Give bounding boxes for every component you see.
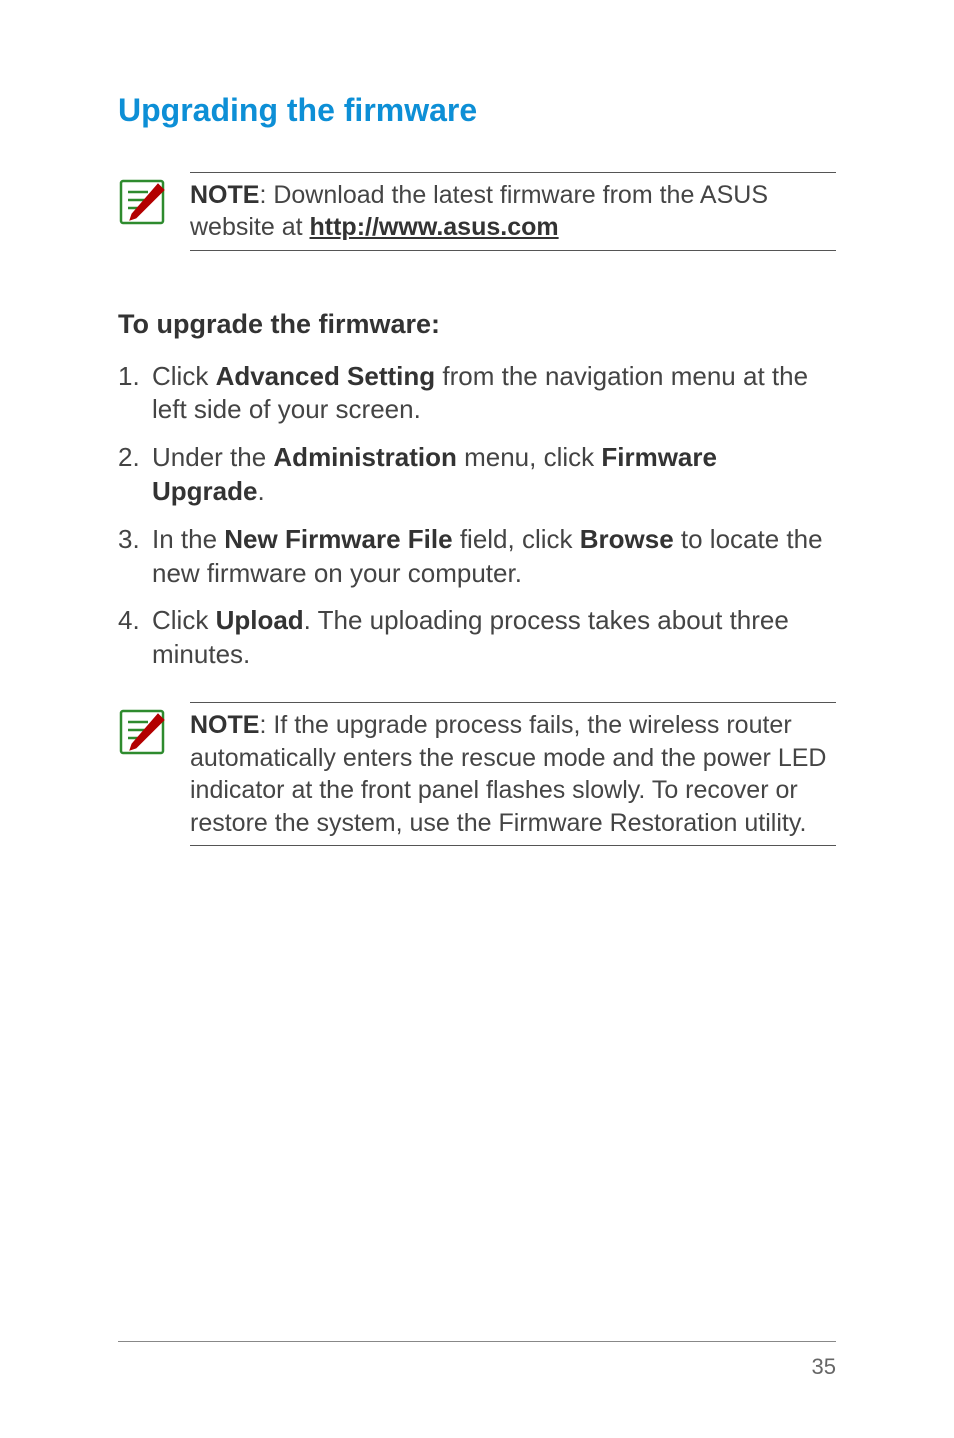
page-pencil-icon bbox=[118, 178, 166, 226]
ui-term: Upload bbox=[216, 605, 304, 635]
step-text: Click bbox=[152, 361, 216, 391]
note-body: NOTE: Download the latest firmware from … bbox=[190, 172, 836, 251]
note-label: NOTE bbox=[190, 711, 259, 739]
page-pencil-icon bbox=[118, 708, 166, 756]
note-rescue: NOTE: If the upgrade process fails, the … bbox=[118, 702, 836, 846]
footer-rule bbox=[118, 1341, 836, 1342]
step-4: Click Upload. The uploading process take… bbox=[118, 604, 836, 672]
procedure-heading: To upgrade the firmware: bbox=[118, 307, 836, 342]
step-text: . bbox=[257, 476, 264, 506]
section-heading: Upgrading the firmware bbox=[118, 90, 836, 132]
step-1: Click Advanced Setting from the navigati… bbox=[118, 360, 836, 428]
step-text: menu, click bbox=[457, 442, 602, 472]
note-icon bbox=[118, 178, 166, 235]
step-text: In the bbox=[152, 524, 224, 554]
step-2: Under the Administration menu, click Fir… bbox=[118, 441, 836, 509]
ui-term: Browse bbox=[580, 524, 674, 554]
step-3: In the New Firmware File field, click Br… bbox=[118, 523, 836, 591]
note-label: NOTE bbox=[190, 181, 259, 209]
ui-term: Administration bbox=[273, 442, 456, 472]
note-icon bbox=[118, 708, 166, 765]
note-text: If the upgrade process fails, the wirele… bbox=[190, 711, 826, 837]
asus-link[interactable]: http://www.asus.com bbox=[310, 213, 559, 241]
ui-term: Advanced Setting bbox=[216, 361, 436, 391]
ui-term: New Firmware File bbox=[224, 524, 452, 554]
steps-list: Click Advanced Setting from the navigati… bbox=[118, 360, 836, 672]
step-text: Under the bbox=[152, 442, 273, 472]
step-text: Click bbox=[152, 605, 216, 635]
step-text: field, click bbox=[453, 524, 580, 554]
note-body: NOTE: If the upgrade process fails, the … bbox=[190, 702, 836, 846]
page-number: 35 bbox=[812, 1353, 836, 1382]
note-download: NOTE: Download the latest firmware from … bbox=[118, 172, 836, 251]
